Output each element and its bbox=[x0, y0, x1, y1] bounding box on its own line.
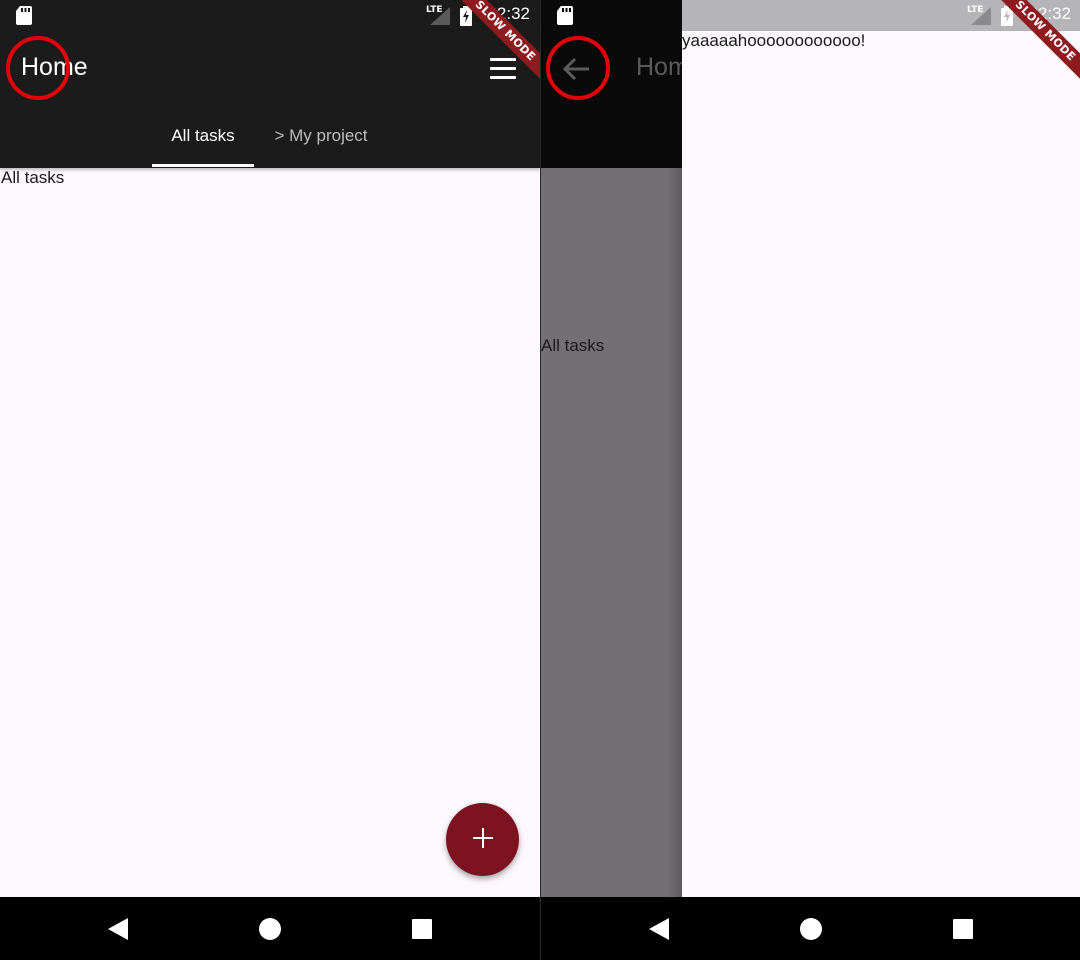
page-edge-shadow bbox=[666, 168, 682, 897]
hamburger-menu-icon[interactable] bbox=[484, 53, 522, 83]
tab-indicator bbox=[152, 164, 254, 167]
back-triangle-icon[interactable] bbox=[647, 917, 671, 941]
tab-my-project[interactable]: > My project bbox=[260, 120, 382, 168]
home-circle-icon[interactable] bbox=[799, 917, 823, 941]
phone-screen-transition: LTE 22:32 Home All tasks yaaaaahoooooooo… bbox=[540, 0, 1080, 960]
page-message: yaaaaahoooooooooooo! bbox=[682, 31, 866, 50]
status-bar: LTE 22:32 bbox=[541, 0, 1080, 31]
pushed-page: yaaaaahoooooooooooo! bbox=[682, 31, 1080, 897]
sd-card-icon bbox=[16, 0, 32, 31]
recents-square-icon[interactable] bbox=[410, 917, 434, 941]
signal-icon bbox=[430, 0, 450, 31]
signal-icon bbox=[971, 0, 991, 31]
system-nav-bar bbox=[0, 897, 540, 960]
home-circle-icon[interactable] bbox=[258, 917, 282, 941]
tab-content-text: All tasks bbox=[1, 168, 65, 187]
phone-screen-home: LTE 22:32 Home All tasks > My project Al… bbox=[0, 0, 540, 960]
tab-label: > My project bbox=[274, 126, 368, 145]
system-nav-bar bbox=[541, 897, 1080, 960]
status-bar: LTE 22:32 bbox=[0, 0, 540, 31]
underlying-content-text: All tasks bbox=[541, 336, 605, 355]
page-title: Home bbox=[636, 53, 682, 81]
recents-square-icon[interactable] bbox=[951, 917, 975, 941]
back-triangle-icon[interactable] bbox=[106, 917, 130, 941]
plus-icon bbox=[472, 827, 493, 852]
app-bar: Home All tasks > My project bbox=[0, 31, 540, 168]
tab-all-tasks[interactable]: All tasks bbox=[152, 120, 254, 168]
highlight-annotation-circle bbox=[546, 36, 610, 100]
modal-scrim[interactable]: All tasks bbox=[541, 168, 682, 897]
sd-card-icon bbox=[557, 0, 573, 31]
tab-label: All tasks bbox=[171, 126, 235, 145]
highlight-annotation-circle bbox=[6, 36, 70, 100]
add-task-button[interactable] bbox=[446, 803, 519, 876]
